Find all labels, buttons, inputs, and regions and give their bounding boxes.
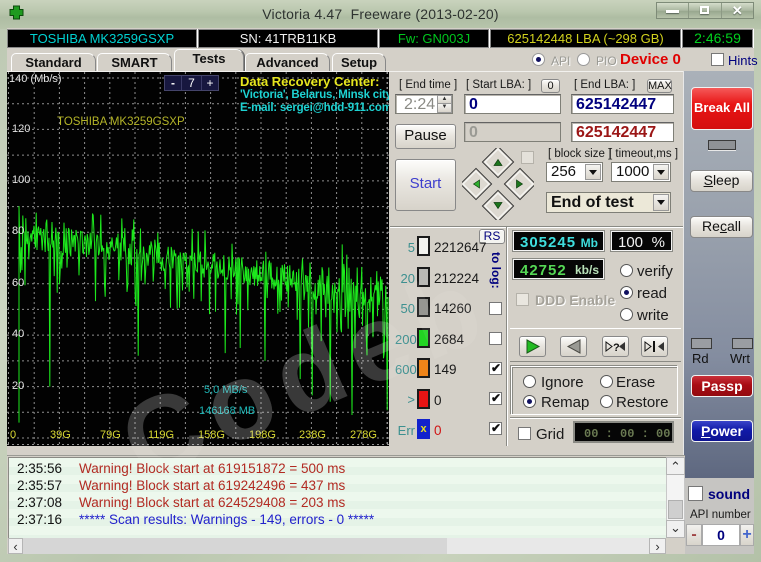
svg-text:?: ? — [613, 342, 620, 354]
